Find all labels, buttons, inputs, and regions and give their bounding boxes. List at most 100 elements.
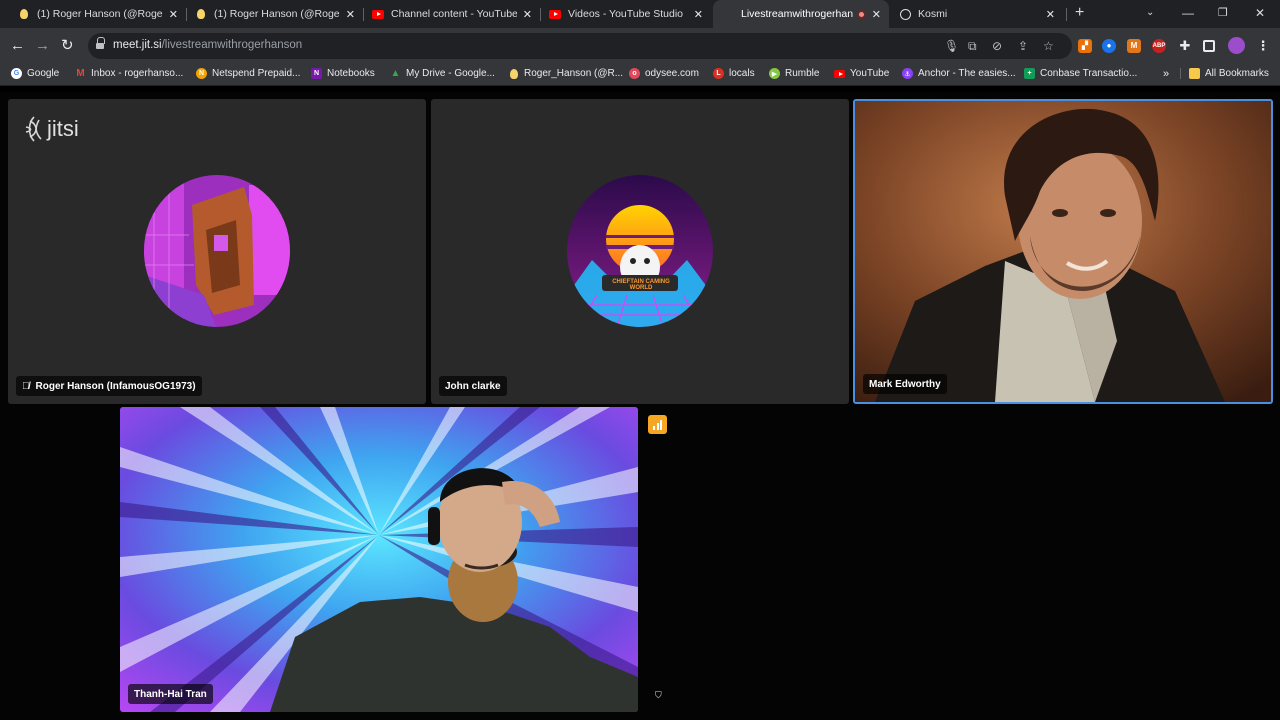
close-icon[interactable]: ✕ <box>169 8 178 21</box>
close-icon[interactable]: ✕ <box>523 8 532 21</box>
back-button[interactable]: ← <box>10 37 25 55</box>
participant-tile-john-clarke[interactable]: CHIEFTAIN CAMING WORLD John clarke <box>431 99 849 404</box>
tab-title: (1) Roger Hanson (@Roger_ <box>37 8 163 20</box>
tab-videos-studio[interactable]: Videos - YouTube Studio ✕ <box>541 0 711 28</box>
bookmark-notebooks[interactable]: N Notebooks <box>311 68 375 79</box>
recording-icon <box>856 9 866 19</box>
close-icon[interactable]: ✕ <box>872 8 881 21</box>
metamask-icon[interactable]: M <box>1127 39 1141 53</box>
bookmark-conbase[interactable]: + Conbase Transactio... <box>1024 68 1137 79</box>
bookmark-google[interactable]: G Google <box>11 68 59 79</box>
bookmark-locals[interactable]: Llocals <box>713 68 755 79</box>
reload-button[interactable]: ↻ <box>61 37 74 55</box>
participant-name: Thanh-Hai Tran <box>134 688 207 700</box>
drive-icon: ▲ <box>390 68 401 79</box>
window-close-button[interactable]: ✕ <box>1255 6 1265 20</box>
jitsi-meeting: jitsi 🎙̸ Roger Hanson (InfamousOG1973) C… <box>0 92 1280 720</box>
share-icon[interactable]: ⇪ <box>1018 39 1028 53</box>
bookmark-label: Notebooks <box>327 68 375 79</box>
onenote-icon: N <box>311 68 322 79</box>
profile-avatar[interactable] <box>1228 37 1245 54</box>
bookmark-roger-hanson[interactable]: Roger_Hanson (@R... <box>508 68 623 79</box>
folder-icon <box>1189 68 1200 79</box>
participant-name-badge: 🎙̸ Roger Hanson (InfamousOG1973) <box>16 376 202 396</box>
extension-circle-icon[interactable]: ● <box>1102 39 1116 53</box>
bookmark-label: Anchor - The easies... <box>918 68 1016 79</box>
avatar-logo-text: CHIEFTAIN CAMING WORLD <box>612 279 670 291</box>
address-bar[interactable]: meet.jit.si/livestreamwithrogerhanson 🎙 … <box>88 33 1072 59</box>
bookmark-label: All Bookmarks <box>1205 68 1269 79</box>
side-panel-icon[interactable] <box>1203 40 1215 52</box>
tab-title: (1) Roger Hanson (@Roger_ <box>214 8 340 20</box>
tab-kosmi[interactable]: Kosmi ✕ <box>891 0 1063 28</box>
bookmark-label: Rumble <box>785 68 820 79</box>
bookmark-youtube[interactable]: YouTube <box>834 68 889 79</box>
close-icon[interactable]: ✕ <box>1046 8 1055 21</box>
bookmark-odysee[interactable]: o odysee.com <box>629 68 699 79</box>
bookmark-label: YouTube <box>850 68 890 79</box>
jitsi-logo-icon <box>25 116 42 142</box>
google-icon: G <box>11 68 22 79</box>
camera-off-icon[interactable]: ⊘ <box>992 39 1002 53</box>
bookmark-star-icon[interactable]: ☆ <box>1043 39 1054 53</box>
participant-name-badge: John clarke <box>439 376 507 396</box>
adblock-icon[interactable]: ABP <box>1152 39 1166 53</box>
bookmarks-overflow-button[interactable]: » <box>1163 68 1169 80</box>
tab-title: Kosmi <box>918 8 948 20</box>
all-bookmarks-button[interactable]: All Bookmarks <box>1180 68 1269 79</box>
bookmark-label: odysee.com <box>645 68 699 79</box>
lightbulb-icon <box>18 8 30 20</box>
tab-roger-hanson-1[interactable]: (1) Roger Hanson (@Roger_ ✕ <box>10 0 186 28</box>
tab-title: Videos - YouTube Studio <box>568 8 684 20</box>
url-text[interactable]: meet.jit.si/livestreamwithrogerhanson <box>113 39 302 51</box>
bookmark-inbox[interactable]: M Inbox - rogerhanso... <box>75 68 183 79</box>
bookmark-label: Netspend Prepaid... <box>212 68 301 79</box>
connection-quality-icon[interactable] <box>648 415 667 434</box>
bookmark-label: locals <box>729 68 755 79</box>
participant-video-thanh-hai <box>120 407 638 712</box>
participant-tile-roger-hanson[interactable]: jitsi 🎙̸ Roger Hanson (InfamousOG1973) <box>8 99 426 404</box>
close-icon[interactable]: ✕ <box>694 8 703 21</box>
forward-button[interactable]: → <box>35 37 50 55</box>
rumble-icon: ▶ <box>769 68 780 79</box>
bookmark-anchor[interactable]: ⚓ Anchor - The easies... <box>902 68 1016 79</box>
bookmark-my-drive[interactable]: ▲ My Drive - Google... <box>390 68 495 79</box>
bookmark-netspend[interactable]: N Netspend Prepaid... <box>196 68 300 79</box>
bookmarks-bar: G Google M Inbox - rogerhanso... N Netspend… <box>0 64 1280 86</box>
mic-muted-icon: 🎙̸ <box>22 380 30 392</box>
tab-search-button[interactable]: ⌄ <box>1146 7 1154 18</box>
minimize-button[interactable]: — <box>1182 6 1194 20</box>
microphone-icon[interactable]: 🎙 <box>944 39 959 53</box>
extensions-puzzle-icon[interactable]: ✚ <box>1178 39 1192 53</box>
participant-video-mark <box>855 101 1271 402</box>
jitsi-logo: jitsi <box>23 115 79 143</box>
security-shield-icon[interactable]: ⛉ <box>655 690 665 700</box>
tab-title: Livestreamwithrogerhan <box>741 8 853 20</box>
restore-button[interactable]: ❐ <box>1218 6 1228 19</box>
lock-icon[interactable] <box>96 37 105 50</box>
participant-name-badge: Thanh-Hai Tran <box>128 684 213 704</box>
bookmark-label: Google <box>27 68 60 79</box>
participant-tile-mark-edworthy[interactable]: Mark Edworthy <box>853 99 1273 404</box>
bookmark-rumble[interactable]: ▶ Rumble <box>769 68 819 79</box>
globe-icon <box>899 8 911 20</box>
tab-livestream-active[interactable]: Livestreamwithrogerhan ✕ <box>713 0 889 28</box>
lightbulb-icon <box>508 68 519 79</box>
participant-name-badge: Mark Edworthy <box>863 374 947 394</box>
tab-roger-hanson-2[interactable]: (1) Roger Hanson (@Roger_ ✕ <box>187 0 363 28</box>
new-tab-button[interactable]: + <box>1075 4 1084 22</box>
open-in-window-icon[interactable]: ⧉ <box>968 39 977 54</box>
close-icon[interactable]: ✕ <box>346 8 355 21</box>
bookmark-label: My Drive - Google... <box>406 68 495 79</box>
participant-name: Mark Edworthy <box>869 378 941 390</box>
bookmark-label: Conbase Transactio... <box>1040 68 1138 79</box>
tab-channel-content[interactable]: Channel content - YouTube ✕ <box>364 0 540 28</box>
tab-title: Channel content - YouTube <box>391 8 517 20</box>
netspend-icon: N <box>196 68 207 79</box>
participant-tile-thanh-hai-tran[interactable]: Thanh-Hai Tran <box>120 407 638 712</box>
menu-kebab-icon[interactable]: ⋮ <box>1256 39 1270 53</box>
lightbulb-icon <box>195 8 207 20</box>
participant-name: John clarke <box>445 380 501 392</box>
extension-rss-icon[interactable]: ▞ <box>1078 39 1092 53</box>
anchor-icon: ⚓ <box>902 68 913 79</box>
